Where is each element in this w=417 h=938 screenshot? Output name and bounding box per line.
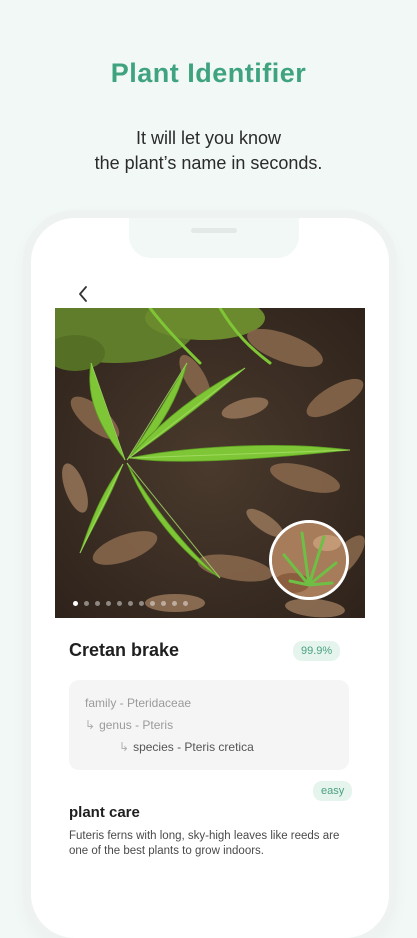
taxonomy-species: species - Pteris cretica	[133, 740, 254, 754]
gallery-dot[interactable]	[106, 601, 111, 606]
taxonomy-card: family - Pteridaceae ↳ genus - Pteris ↳ sp…	[69, 680, 349, 770]
gallery-dot[interactable]	[139, 601, 144, 606]
gallery-dot[interactable]	[73, 601, 78, 606]
hero-subtitle-line-1: It will let you know	[135, 128, 282, 148]
difficulty-badge: easy	[313, 781, 353, 801]
phone-notch	[129, 218, 299, 258]
gallery-dot[interactable]	[150, 601, 155, 606]
gallery-dot[interactable]	[161, 601, 166, 606]
gallery-dot[interactable]	[183, 601, 188, 606]
taxonomy-genus: genus - Pteris	[99, 718, 174, 732]
chevron-left-icon	[79, 286, 87, 302]
gallery-dot[interactable]	[128, 601, 133, 606]
hero-title: Plant Identifier	[110, 58, 307, 88]
confidence-badge: 99.9%	[293, 641, 341, 661]
gallery-dot[interactable]	[95, 601, 100, 606]
branch-arrow-icon: ↳	[85, 718, 96, 732]
hero-subtitle: It will let you know the plant’s name in…	[0, 126, 417, 176]
plant-thumbnail[interactable]	[269, 520, 349, 600]
taxonomy-species-row: ↳ species - Pteris cretica	[119, 740, 254, 754]
gallery-dot[interactable]	[84, 601, 89, 606]
back-button[interactable]	[71, 282, 95, 306]
gallery-dot[interactable]	[117, 601, 122, 606]
hero-subtitle-line-2: the plant’s name in seconds.	[94, 153, 323, 173]
taxonomy-family: family - Pteridaceae	[85, 696, 192, 710]
notch-speaker	[191, 228, 237, 233]
phone-frame: Cretan brake 99.9% family - Pteridaceae …	[31, 218, 389, 938]
gallery-indicator	[73, 601, 188, 606]
plant-name: Cretan brake	[69, 640, 180, 660]
plant-thumbnail-image	[272, 523, 346, 597]
branch-arrow-icon: ↳	[119, 740, 130, 754]
gallery-dot[interactable]	[172, 601, 177, 606]
taxonomy-genus-row: ↳ genus - Pteris	[85, 718, 173, 732]
care-title: plant care	[69, 804, 140, 821]
care-description: Futeris ferns with long, sky-high leaves…	[69, 830, 340, 857]
plant-photo[interactable]	[55, 308, 365, 618]
